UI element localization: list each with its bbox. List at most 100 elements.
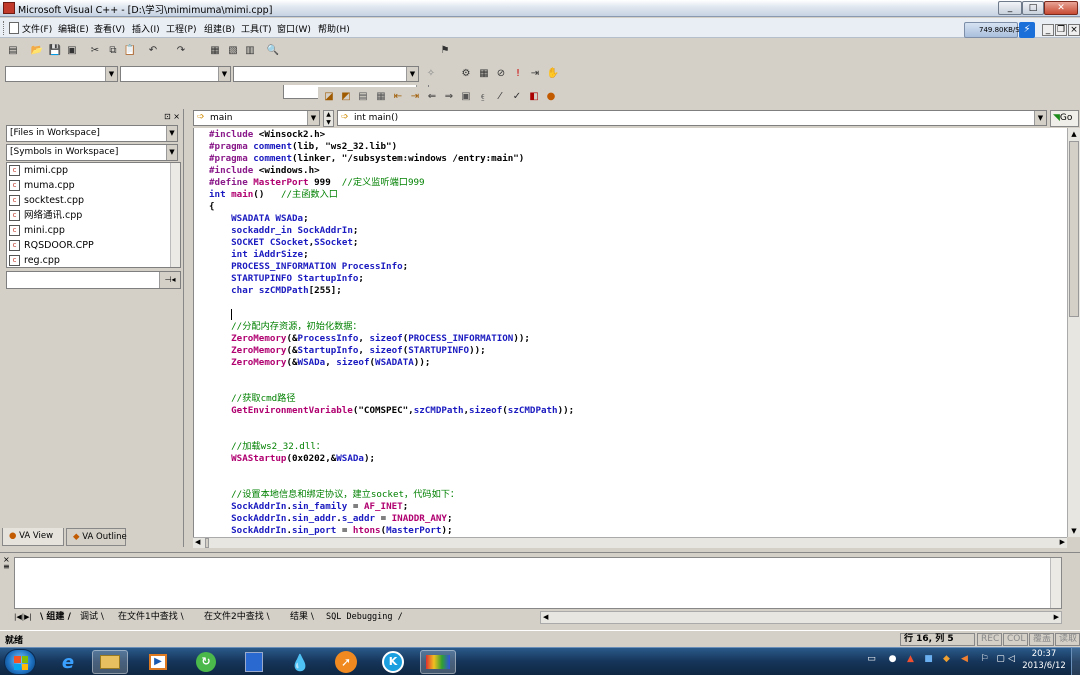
tray-monitor-icon[interactable]: ▢ [995,654,1006,665]
compile-icon[interactable]: ⚙ [459,67,473,81]
maximize-button[interactable]: □ [1022,1,1044,15]
stop-build-icon[interactable]: ⊘ [494,67,508,81]
va-open-file-icon[interactable]: ◪ [322,90,336,104]
execute-icon[interactable]: ! [511,67,525,81]
va-bookmark-icon[interactable]: ◧ [527,90,541,104]
scroll-thumb[interactable] [205,538,209,548]
menu-help[interactable]: 帮助(H) [318,22,350,35]
menu-edit[interactable]: 编辑(E) [58,22,89,35]
menu-insert[interactable]: 插入(I) [132,22,160,35]
kugou-icon[interactable]: K [375,650,411,674]
close-button[interactable]: ✕ [1044,1,1078,15]
tab-build[interactable]: \ 组建 / [40,611,71,624]
file-item[interactable]: c mini.cpp [7,223,65,238]
tab-find-in-files-1[interactable]: 在文件1中查找 \ [118,611,184,624]
internet-explorer-icon[interactable]: e [50,650,86,674]
va-header-icon[interactable]: ▣ [459,90,473,104]
mdi-restore-button[interactable]: ❐ [1055,24,1067,36]
build-icon[interactable]: ▦ [477,67,491,81]
tray-volume-alt-icon[interactable]: ◀ [959,654,970,665]
new-text-icon[interactable]: ▤ [6,44,20,58]
members-combo[interactable]: ▼ [233,66,419,82]
code-editor[interactable]: #include <Winsock2.h> #pragma comment(lib… [193,128,1067,537]
file-item[interactable]: c RQSDOOR.CPP [7,238,94,253]
va-tomato-icon[interactable]: ● [544,90,558,104]
minimize-button[interactable]: _ [998,1,1022,15]
save-all-icon[interactable]: ▣ [65,44,79,58]
tab-find-in-files-2[interactable]: 在文件2中查找 \ [204,611,270,624]
tray-flag-icon[interactable]: ⚐ [979,654,990,665]
chevron-down-icon[interactable]: ▼ [406,67,418,81]
wizard-action-icon[interactable]: ✧ [424,67,438,81]
save-icon[interactable]: 💾 [48,44,62,58]
symbol-combo[interactable]: ➩ int main() ▼ [337,110,1047,126]
start-button[interactable] [4,649,36,675]
windows-icon[interactable]: ▥ [243,44,257,58]
editor-vertical-scrollbar[interactable]: ▲ ▼ [1067,128,1080,537]
tab-scroll-arrows[interactable]: |◀|▶| [14,611,32,624]
360-browser-icon[interactable]: ↻ [188,650,224,674]
va-comment-icon[interactable]: ⍷ [476,90,490,104]
output-text-area[interactable] [14,557,1062,609]
mdi-close-button[interactable]: × [1068,24,1080,36]
va-forward-icon[interactable]: ⇥ [408,90,422,104]
file-item[interactable]: c 网络通讯.cpp [7,208,82,223]
chevron-down-icon[interactable]: ▼ [218,67,230,81]
menu-file[interactable]: 文件(F) [22,22,52,35]
menu-view[interactable]: 查看(V) [94,22,125,35]
output-icon[interactable]: ▧ [226,44,240,58]
output-scrollbar[interactable] [1050,558,1061,608]
water-drop-icon[interactable]: 💧 [282,650,318,674]
editor-horizontal-scrollbar[interactable]: ◀ ▶ [193,537,1067,548]
find-pin-icon[interactable]: ⊣◂ [159,272,180,288]
find-binoculars-icon[interactable]: ⚑ [438,44,452,58]
tab-results[interactable]: 结果 \ [290,611,314,624]
scroll-left-icon[interactable]: ◀ [195,538,200,546]
tab-va-outline[interactable]: ◆ VA Outline [66,528,127,546]
menu-project[interactable]: 工程(P) [166,22,196,35]
scope-combo[interactable]: ➩ main ▼ [193,110,320,126]
va-context-icon[interactable]: ▦ [374,90,388,104]
va-list-methods-icon[interactable]: ▤ [356,90,370,104]
copy-icon[interactable]: ⧉ [106,44,120,58]
redo-icon[interactable]: ↷ [174,44,188,58]
scroll-thumb[interactable] [1069,141,1079,317]
va-back-icon[interactable]: ⇤ [391,90,405,104]
open-icon[interactable]: 📂 [30,44,44,58]
media-player-icon[interactable]: ▶ [140,650,176,674]
video-app-icon[interactable] [236,650,272,674]
mdi-minimize-button[interactable]: _ [1042,24,1054,36]
tray-keyboard-icon[interactable]: ▭ [866,654,877,665]
tray-alert-icon[interactable]: ▲ [905,654,916,665]
menu-build[interactable]: 组建(B) [204,22,235,35]
file-item[interactable]: c socktest.cpp [7,193,84,208]
scope-spinner[interactable]: ▲ ▼ [323,110,334,127]
thunder-download-icon[interactable]: ➚ [328,650,364,674]
scroll-left-icon[interactable]: ◀ [543,613,548,621]
va-left-arrow-icon[interactable]: ⇐ [425,90,439,104]
symbols-in-workspace-combo[interactable]: [Symbols in Workspace] ▼ [6,144,178,161]
file-item[interactable]: c muma.cpp [7,178,75,193]
menu-tools[interactable]: 工具(T) [241,22,272,35]
undo-icon[interactable]: ↶ [146,44,160,58]
workspace-find-input[interactable] [6,271,181,289]
show-desktop-button[interactable] [1071,648,1080,675]
visual-cpp-taskbar-icon[interactable] [420,650,456,674]
menu-window[interactable]: 窗口(W) [277,22,311,35]
pane-controls[interactable]: ⊡ × [164,112,180,121]
go-button[interactable]: ◥Go [1050,110,1079,127]
chevron-down-icon[interactable]: ▼ [166,145,177,160]
breakpoint-hand-icon[interactable]: ✋ [546,67,560,81]
go-debug-icon[interactable]: ⇥ [528,67,542,81]
file-list-scrollbar[interactable] [170,163,180,267]
scroll-up-icon[interactable]: ▲ [1068,128,1080,140]
workspace-icon[interactable]: ▦ [208,44,222,58]
chevron-down-icon[interactable]: ▼ [105,67,117,81]
filter-combo[interactable]: ▼ [120,66,231,82]
va-spellcheck-icon[interactable]: ✓ [510,90,524,104]
tray-network-icon[interactable]: ■ [923,654,934,665]
va-find-symbol-icon[interactable]: ◩ [339,90,353,104]
pane-close-icon[interactable]: × ≡ [3,556,10,571]
document-icon[interactable] [9,22,19,34]
clock-date[interactable]: 2013/6/12 [1016,661,1072,671]
